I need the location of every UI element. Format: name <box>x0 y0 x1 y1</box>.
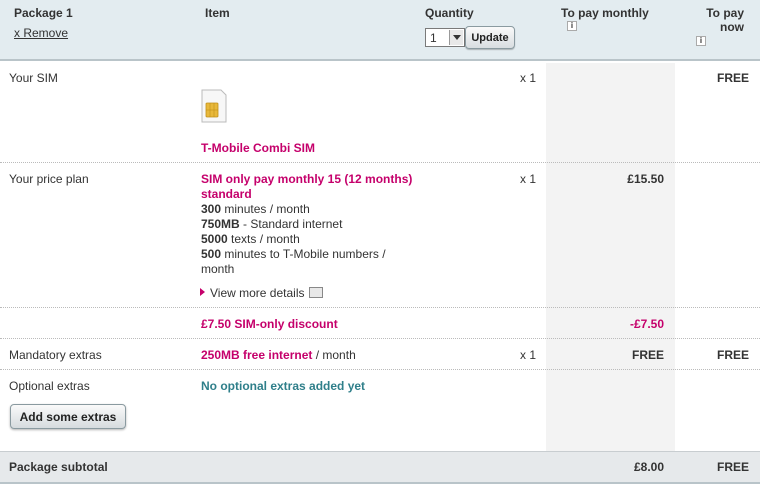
sim-item-name: T-Mobile Combi SIM <box>201 141 315 155</box>
plan-feature-tmobile-minutes: 500 minutes to T-Mobile numbers / <box>201 247 386 262</box>
mandatory-extras-now: FREE <box>716 348 749 362</box>
mandatory-extras-label: Mandatory extras <box>9 348 102 362</box>
now-column-header-line2: now <box>720 20 744 34</box>
plan-feature-tmobile-text: minutes to T-Mobile numbers / <box>224 247 386 261</box>
update-button[interactable]: Update <box>465 26 515 49</box>
remove-link[interactable]: x Remove <box>14 26 68 40</box>
plan-feature-texts-text: texts / month <box>231 232 300 246</box>
optional-extras-label: Optional extras <box>9 379 90 393</box>
monthly-info-icon[interactable]: i <box>567 21 577 31</box>
row-divider <box>0 162 760 163</box>
plan-quantity: x 1 <box>520 172 537 186</box>
quantity-column-header: Quantity <box>425 6 474 20</box>
plan-feature-data-text: - Standard internet <box>243 217 343 231</box>
plan-title-line1: SIM only pay monthly 15 (12 months) <box>201 172 413 186</box>
plan-feature-data: 750MB - Standard internet <box>201 217 342 232</box>
package-subtotal-row: Package subtotal £8.00 FREE <box>0 451 760 484</box>
plan-row-label: Your price plan <box>9 172 89 186</box>
mandatory-extras-monthly: FREE <box>631 348 664 362</box>
plan-title-line2: standard <box>201 187 252 201</box>
plan-feature-tmobile-value: 500 <box>201 247 222 261</box>
monthly-column-background <box>546 63 675 451</box>
quantity-select[interactable]: 1 <box>425 28 465 47</box>
view-more-label: View more details <box>210 286 305 300</box>
plan-feature-data-value: 750MB <box>201 217 240 231</box>
quantity-value: 1 <box>430 31 437 45</box>
plan-monthly-price: £15.50 <box>627 172 664 186</box>
subtotal-monthly: £8.00 <box>633 460 664 474</box>
sim-quantity: x 1 <box>520 71 537 85</box>
chevron-down-icon <box>449 30 463 45</box>
mandatory-extras-item-name: 250MB free internet <box>201 348 313 362</box>
mandatory-extras-quantity: x 1 <box>520 348 537 362</box>
mandatory-extras-item-unit: / month <box>315 348 356 362</box>
row-divider <box>0 307 760 308</box>
row-divider <box>0 338 760 339</box>
mandatory-extras-item: 250MB free internet / month <box>201 348 356 363</box>
now-column-header-line1: To pay <box>706 6 744 20</box>
item-column-header: Item <box>205 6 230 20</box>
plan-feature-texts-value: 5000 <box>201 232 228 246</box>
basket-header: Package 1 x Remove Item Quantity 1 Updat… <box>0 0 760 61</box>
add-extras-button[interactable]: Add some extras <box>10 404 126 429</box>
plan-feature-minutes-text: minutes / month <box>224 202 310 216</box>
plan-feature-minutes: 300 minutes / month <box>201 202 310 217</box>
sim-now-price: FREE <box>716 71 749 85</box>
popup-window-icon <box>308 287 323 298</box>
monthly-column-header: To pay monthly <box>561 6 649 20</box>
plan-feature-minutes-value: 300 <box>201 202 222 216</box>
sim-row-label: Your SIM <box>9 71 58 85</box>
triangle-right-icon <box>200 288 205 296</box>
view-more-details-link[interactable]: View more details <box>200 286 323 300</box>
package-title: Package 1 <box>14 6 73 20</box>
row-divider <box>0 369 760 370</box>
subtotal-label: Package subtotal <box>9 460 108 474</box>
sim-card-icon <box>201 89 227 123</box>
plan-feature-texts: 5000 texts / month <box>201 232 300 247</box>
subtotal-now: FREE <box>716 460 749 474</box>
discount-monthly-price: -£7.50 <box>629 317 664 331</box>
now-info-icon[interactable]: i <box>696 36 706 46</box>
optional-extras-status: No optional extras added yet <box>201 379 366 393</box>
discount-name: £7.50 SIM-only discount <box>201 317 338 331</box>
plan-feature-tmobile-cont: month <box>201 262 235 276</box>
